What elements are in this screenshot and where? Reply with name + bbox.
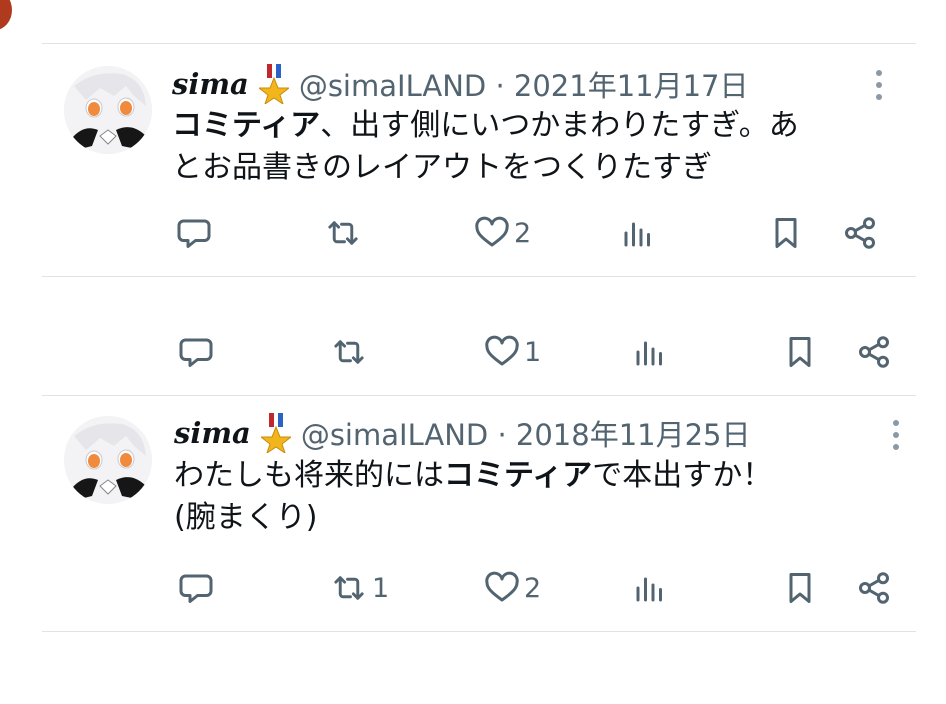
share-icon [856,334,892,370]
reply-button[interactable] [178,566,214,610]
bookmark-icon [768,215,804,251]
bookmark-icon [782,570,818,606]
share-button[interactable] [856,566,892,610]
avatar-partial-top-left [0,0,12,30]
tweet-text: コミティア、出す側にいつかまわりたすぎ。あ とお品書きのレイアウトをつくりたすぎ [172,105,799,189]
bookmark-icon [782,334,818,370]
views-button[interactable] [632,566,668,610]
views-button[interactable] [620,211,656,255]
medal-icon [259,413,293,455]
hashtag-highlight[interactable]: コミティア [172,108,320,143]
retweet-button[interactable] [324,211,366,255]
handle-and-date[interactable]: @simaILAND · 2021年11月17日 [299,63,749,105]
views-button[interactable] [632,330,668,374]
retweet-icon [324,215,362,251]
tweet-2[interactable]: 1 [42,277,916,395]
handle-and-date[interactable]: @simaILAND · 2018年11月25日 [301,412,751,454]
bookmark-button[interactable] [782,330,818,374]
tweet-text-line-2: とお品書きのレイアウトをつくりたすぎ [172,150,712,185]
share-button[interactable] [856,330,892,374]
tweet-text-line-2: (腕まくり) [174,500,318,535]
share-icon [856,570,892,606]
reply-button[interactable] [176,211,212,255]
like-count: 2 [514,217,532,249]
bookmark-button[interactable] [768,211,804,255]
action-bar: 1 [42,330,916,374]
retweet-button[interactable] [330,330,368,374]
retweet-icon [330,570,368,606]
display-name[interactable]: sima [174,416,251,450]
reply-icon [178,334,214,370]
tweet-text: わたしも将来的にはコミティアで本出すか！ (腕まくり) [174,455,772,539]
tweet-text-line-1: わたしも将来的にはコミティアで本出すか！ [174,458,773,493]
tweet-1[interactable]: sima @simaILAND · 2021年11月17日 コミティア、出す側に… [42,43,916,276]
reply-icon [178,570,214,606]
reply-icon [176,215,212,251]
avatar[interactable] [64,66,152,154]
retweet-icon [330,334,368,370]
share-button[interactable] [842,211,878,255]
more-icon[interactable] [892,418,900,458]
tweet-text-line-1: コミティア、出す側にいつかまわりたすぎ。あ [172,108,799,143]
like-button[interactable]: 1 [484,330,541,374]
tweet-header: sima @simaILAND · 2018年11月25日 [174,412,751,455]
like-count: 1 [524,336,542,368]
heart-icon [484,570,520,606]
heart-icon [484,334,520,370]
reply-button[interactable] [178,330,214,374]
more-icon[interactable] [875,68,883,108]
like-button[interactable]: 2 [474,211,531,255]
display-name[interactable]: sima [172,67,249,101]
tweet-header: sima @simaILAND · 2021年11月17日 [172,63,749,106]
bookmark-button[interactable] [782,566,818,610]
retweet-count: 1 [372,572,390,604]
action-bar: 2 [42,211,916,255]
like-button[interactable]: 2 [484,566,541,610]
like-count: 2 [524,572,542,604]
action-bar: 1 2 [42,566,916,610]
views-icon [632,570,668,606]
divider [42,631,916,632]
share-icon [842,215,878,251]
avatar[interactable] [64,416,152,504]
hashtag-highlight[interactable]: コミティア [444,458,592,493]
views-icon [620,215,656,251]
heart-icon [474,215,510,251]
retweet-button[interactable]: 1 [330,566,389,610]
tweet-3[interactable]: sima @simaILAND · 2018年11月25日 わたしも将来的にはコ… [42,396,916,631]
medal-icon [257,64,291,106]
views-icon [632,334,668,370]
